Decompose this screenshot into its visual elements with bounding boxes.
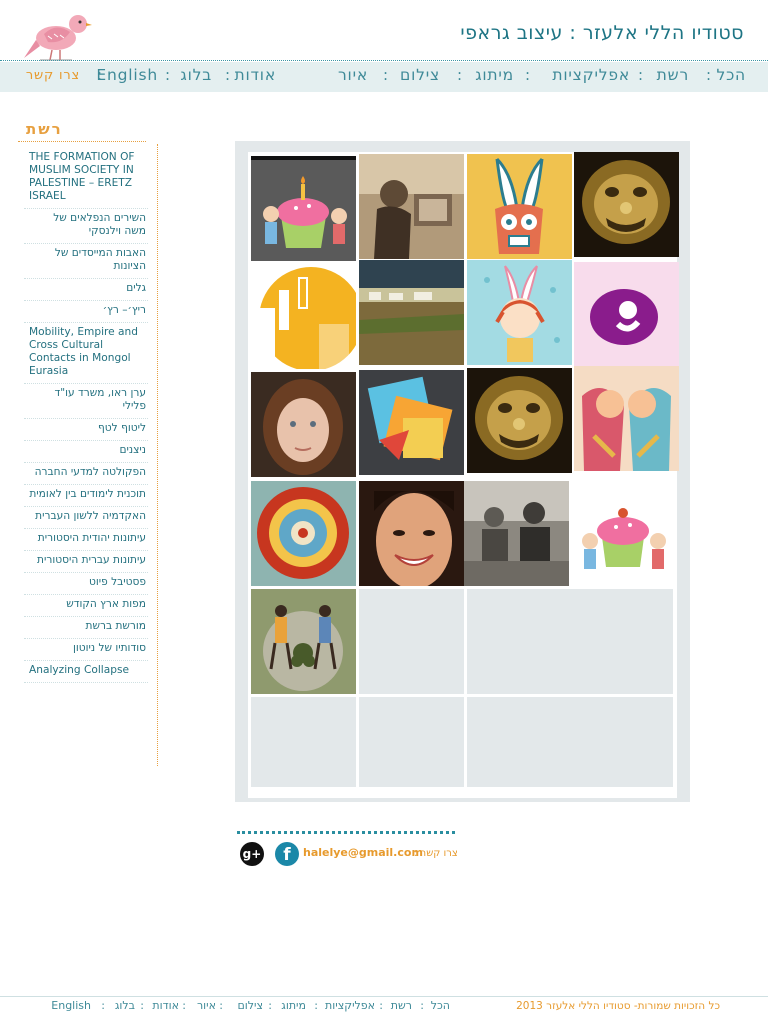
kissing-couple-image[interactable]: [574, 366, 679, 471]
golden-lion-image[interactable]: [467, 368, 572, 473]
nav-contact[interactable]: צרו קשר: [26, 68, 80, 83]
nav-english[interactable]: English: [96, 66, 158, 84]
site-title[interactable]: סטודיו הללי אלעזר : עיצוב גראפי: [460, 22, 744, 44]
footer-separator: :: [268, 999, 272, 1012]
contact-email-link[interactable]: halelye@gmail.com: [303, 846, 423, 859]
empty-grid-slot: [359, 697, 464, 787]
nav-separator: :: [164, 66, 170, 84]
cupcake-birthday-image[interactable]: [251, 156, 356, 261]
purple-logo-image[interactable]: [574, 262, 679, 367]
main-nav: הכל : רשת : אפליקציות : מיתוג : צילום : …: [0, 62, 768, 92]
nav-separator: :: [382, 66, 388, 84]
nav-about[interactable]: אודות: [235, 66, 276, 84]
sidebar-item[interactable]: השירים הנפלאים של משה וילנסקי: [24, 209, 148, 244]
sidebar-item[interactable]: ריץ׳– רץ׳: [24, 301, 148, 323]
nav-separator: :: [705, 66, 711, 84]
empty-grid-slot: [467, 589, 572, 694]
sidebar-heading: רשת: [26, 120, 63, 138]
sidebar-item[interactable]: ערן ראו, משרד עו"ד פלילי: [24, 384, 148, 419]
sidebar-item[interactable]: תוכנית לימודים בין לאומית: [24, 485, 148, 507]
bird-logo-icon[interactable]: [22, 10, 102, 66]
footer-separator: :: [420, 999, 424, 1012]
footer-link-english[interactable]: English: [51, 999, 91, 1012]
empty-grid-slot: [568, 589, 673, 694]
colorful-collage-image[interactable]: [359, 370, 464, 475]
sidebar-item[interactable]: סודותיו של ניוטון: [24, 639, 148, 661]
contact-label: צרו קשר :: [414, 848, 458, 859]
footer-link-illustration[interactable]: איור: [197, 999, 216, 1012]
sidebar-item[interactable]: האבות המייסדים של הציונות: [24, 244, 148, 279]
footer-separator: :: [314, 999, 318, 1012]
archival-photo-image[interactable]: [359, 154, 464, 259]
nav-separator: :: [637, 66, 643, 84]
nav-network[interactable]: רשת: [657, 66, 689, 84]
bunny-illustration-image[interactable]: [467, 154, 572, 259]
sidebar-item[interactable]: מפות ארץ הקודש: [24, 595, 148, 617]
empty-grid-slot: [251, 697, 356, 787]
nav-separator: :: [456, 66, 462, 84]
sidebar-item[interactable]: Mobility, Empire and Cross Cultural Cont…: [24, 323, 148, 384]
sidebar-item[interactable]: עיתונות יהודית היסטורית: [24, 529, 148, 551]
sidebar-item[interactable]: THE FORMATION OF MUSLIM SOCIETY IN PALES…: [24, 148, 148, 209]
nav-separator: :: [524, 66, 530, 84]
footer-link-all[interactable]: הכל: [431, 999, 450, 1012]
portfolio-grid: [248, 152, 679, 798]
footer-separator: :: [101, 999, 105, 1012]
old-group-photo-image[interactable]: [464, 481, 569, 586]
footer-link-about[interactable]: אודות: [152, 999, 179, 1012]
nav-illustration[interactable]: איור: [338, 66, 368, 84]
footer-copyright: כל הזכויות שמורות- סטודיו הללי אלעזר 201…: [516, 1000, 720, 1012]
rose-ornament-image[interactable]: [251, 481, 356, 586]
bunny-girl-image[interactable]: [467, 260, 572, 365]
smiling-woman-image[interactable]: [359, 481, 464, 586]
golden-lion-image[interactable]: [574, 152, 679, 257]
google-plus-icon[interactable]: g+: [240, 842, 264, 866]
girl-portrait-image[interactable]: [251, 372, 356, 477]
sidebar-divider: [157, 144, 158, 766]
footer-link-photography[interactable]: צילום: [237, 999, 263, 1012]
footer-separator: :: [182, 999, 186, 1012]
sidebar-heading-divider: [18, 141, 146, 142]
sidebar-item[interactable]: Analyzing Collapse: [24, 661, 148, 683]
sidebar-item[interactable]: פסטיבל פיוט: [24, 573, 148, 595]
sidebar-item[interactable]: ניצנים: [24, 441, 148, 463]
nav-branding[interactable]: מיתוג: [475, 66, 514, 84]
nav-all[interactable]: הכל: [716, 66, 746, 84]
empty-grid-slot: [467, 697, 572, 787]
footer-separator: :: [219, 999, 223, 1012]
facebook-icon[interactable]: f: [275, 842, 299, 866]
header-divider: [0, 60, 768, 61]
nav-separator: :: [96, 66, 102, 84]
contact-divider: [237, 831, 455, 834]
musicians-illustration-image[interactable]: [251, 589, 356, 694]
nav-blog[interactable]: בלוג: [180, 66, 212, 84]
footer-link-branding[interactable]: מיתוג: [281, 999, 306, 1012]
footer-separator: :: [379, 999, 383, 1012]
footer-link-applications[interactable]: אפליקציות: [325, 999, 375, 1012]
footer-link-blog[interactable]: בלוג: [115, 999, 135, 1012]
nav-separator: :: [224, 66, 230, 84]
sidebar-item[interactable]: גלים: [24, 279, 148, 301]
yellow-city-image[interactable]: [251, 264, 356, 369]
sidebar-project-list: THE FORMATION OF MUSLIM SOCIETY IN PALES…: [24, 148, 148, 683]
nav-applications[interactable]: אפליקציות: [552, 66, 630, 84]
mongol-steppe-image[interactable]: [359, 260, 464, 365]
sidebar-item[interactable]: מורשת ברשת: [24, 617, 148, 639]
footer-divider: [0, 996, 768, 997]
footer-link-network[interactable]: רשת: [391, 999, 412, 1012]
empty-grid-slot: [568, 697, 673, 787]
sidebar-item[interactable]: האקדמיה ללשון העברית: [24, 507, 148, 529]
sidebar-item[interactable]: הפקולטה למדעי החברה: [24, 463, 148, 485]
cupcake-kids-image[interactable]: [570, 481, 675, 586]
empty-grid-slot: [359, 589, 464, 694]
sidebar-item[interactable]: עיתונות עברית היסטורית: [24, 551, 148, 573]
footer-separator: :: [140, 999, 144, 1012]
sidebar-item[interactable]: ליטוף לטף: [24, 419, 148, 441]
nav-photography[interactable]: צילום: [400, 66, 440, 84]
